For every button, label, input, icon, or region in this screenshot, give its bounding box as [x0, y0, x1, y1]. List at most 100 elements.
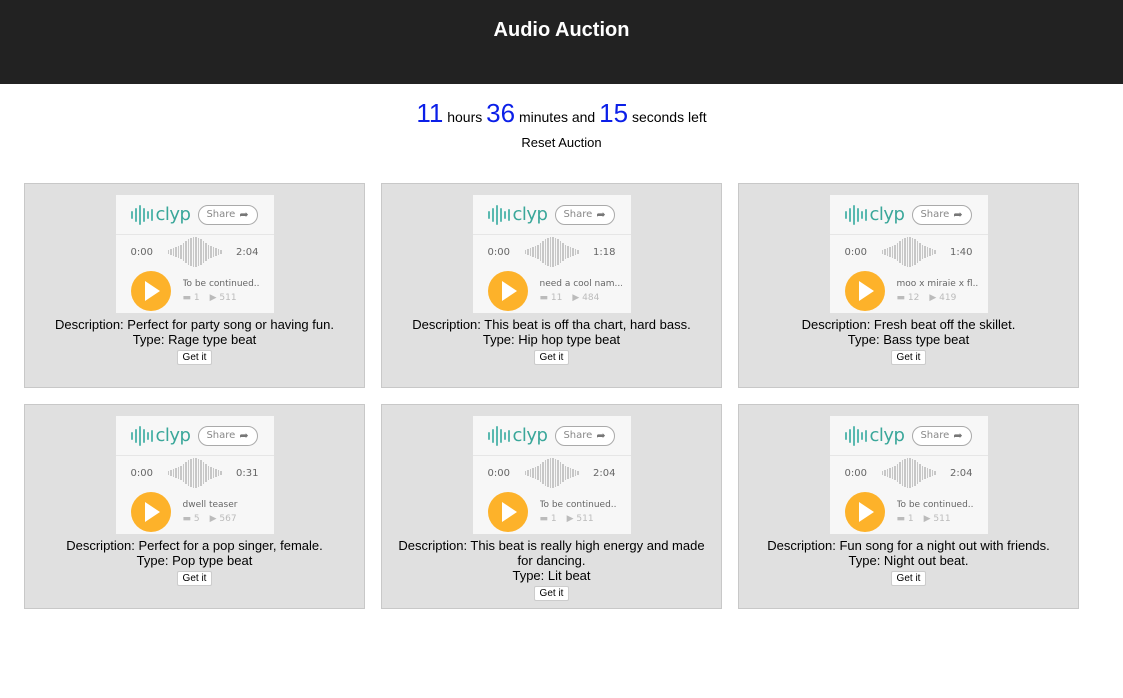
hours-value: 11: [416, 98, 444, 128]
play-button[interactable]: [130, 271, 171, 311]
wave-bar: [894, 466, 896, 480]
wave-bar: [220, 471, 222, 475]
wave-bar: [929, 248, 931, 256]
wave-bar: [547, 238, 549, 266]
play-button[interactable]: [844, 271, 885, 311]
wave-bar: [896, 464, 898, 482]
beat-type: Type: Bass type beat: [847, 332, 970, 347]
clyp-logo-text: clyp: [155, 425, 191, 446]
clyp-logo-text: clyp: [869, 425, 905, 446]
share-button[interactable]: Share ➦: [554, 425, 615, 446]
clyp-logo-text: clyp: [155, 204, 191, 225]
reset-auction-link[interactable]: Reset Auction: [521, 135, 601, 150]
wave-bar: [896, 243, 898, 261]
wave-bar: [564, 466, 566, 480]
wave-bar: [195, 237, 197, 267]
wave-bar: [175, 247, 177, 257]
beat-card: clyp Share ➦ 0:00 2:04 To be continued..: [24, 183, 365, 388]
get-it-button[interactable]: Get it: [890, 571, 927, 586]
logo-bar: [856, 428, 859, 443]
clyp-logo[interactable]: clyp: [130, 425, 191, 446]
wave-bar: [911, 459, 913, 487]
plays-icon: ▶: [566, 514, 574, 524]
wave-bar: [190, 459, 192, 487]
comment-icon: ▬: [539, 514, 549, 524]
track-title[interactable]: moo x miraie x fl...: [897, 279, 979, 289]
wave-bar: [901, 239, 903, 265]
wave-bar: [549, 458, 551, 488]
get-it-button[interactable]: Get it: [176, 350, 213, 365]
track-title[interactable]: To be continued..: [183, 279, 265, 289]
clyp-logo[interactable]: clyp: [130, 204, 191, 225]
share-button[interactable]: Share ➦: [197, 204, 258, 225]
track-title[interactable]: dwell teaser: [183, 500, 265, 510]
wave-bar: [567, 246, 569, 258]
beat-card-grid: clyp Share ➦ 0:00 2:04 To be continued..: [24, 183, 1079, 609]
get-it-button[interactable]: Get it: [176, 571, 213, 586]
wave-bar: [524, 250, 526, 254]
get-it-button[interactable]: Get it: [533, 586, 570, 601]
wave-bar: [562, 464, 564, 482]
wave-bar: [904, 459, 906, 487]
track-title[interactable]: To be continued..: [897, 500, 979, 510]
play-icon: [859, 281, 874, 301]
logo-bar: [860, 431, 863, 440]
wave-bar: [542, 462, 544, 484]
waveform[interactable]: [881, 237, 936, 267]
logo-bar: [852, 425, 855, 446]
play-icon: [145, 281, 160, 301]
wave-bar: [197, 238, 199, 266]
wave-bar: [934, 250, 936, 254]
duration: 0:31: [236, 467, 259, 479]
waveform[interactable]: [881, 458, 936, 488]
waveform[interactable]: [524, 458, 579, 488]
play-button[interactable]: [487, 271, 528, 311]
waveform[interactable]: [167, 458, 222, 488]
wave-bar: [544, 460, 546, 486]
share-button[interactable]: Share ➦: [911, 204, 972, 225]
wave-bar: [552, 237, 554, 267]
comment-count: ▬ 12: [896, 293, 920, 303]
track-title[interactable]: To be continued..: [540, 500, 622, 510]
play-count: ▶ 484: [572, 293, 600, 303]
play-count: ▶ 567: [209, 514, 237, 524]
play-button[interactable]: [844, 492, 885, 532]
logo-bar: [852, 204, 855, 225]
logo-bar: [860, 210, 863, 219]
logo-bar: [146, 210, 149, 219]
clyp-logo-text: clyp: [869, 204, 905, 225]
clyp-logo[interactable]: clyp: [487, 204, 548, 225]
clyp-logo[interactable]: clyp: [844, 425, 905, 446]
beat-description: Description: Fun song for a night out wi…: [767, 538, 1050, 553]
comment-count: ▬ 1: [539, 514, 557, 524]
countdown-timer: 11 hours 36 minutes and 15 seconds left: [0, 97, 1123, 129]
wave-bar: [170, 249, 172, 255]
wave-bar: [549, 237, 551, 267]
share-button[interactable]: Share ➦: [197, 425, 258, 446]
wave-bar: [192, 237, 194, 267]
share-button[interactable]: Share ➦: [554, 204, 615, 225]
waveform[interactable]: [167, 237, 222, 267]
wave-bar: [889, 468, 891, 478]
wave-bar: [200, 460, 202, 486]
share-label: Share: [206, 430, 236, 441]
logo-bar: [138, 425, 141, 446]
wave-bar: [187, 239, 189, 265]
clyp-logo[interactable]: clyp: [487, 425, 548, 446]
play-button[interactable]: [130, 492, 171, 532]
beat-type: Type: Rage type beat: [132, 332, 257, 347]
share-button[interactable]: Share ➦: [911, 425, 972, 446]
get-it-button[interactable]: Get it: [533, 350, 570, 365]
share-arrow-icon: ➦: [239, 208, 249, 221]
wave-bar: [574, 249, 576, 255]
waveform[interactable]: [524, 237, 579, 267]
clyp-logo[interactable]: clyp: [844, 204, 905, 225]
track-title[interactable]: need a cool nam...: [540, 279, 622, 289]
play-button[interactable]: [487, 492, 528, 532]
logo-bar: [848, 428, 851, 443]
wave-bar: [554, 238, 556, 266]
wave-bar: [532, 247, 534, 257]
start-time: 0:00: [487, 246, 510, 258]
share-arrow-icon: ➦: [596, 429, 606, 442]
get-it-button[interactable]: Get it: [890, 350, 927, 365]
